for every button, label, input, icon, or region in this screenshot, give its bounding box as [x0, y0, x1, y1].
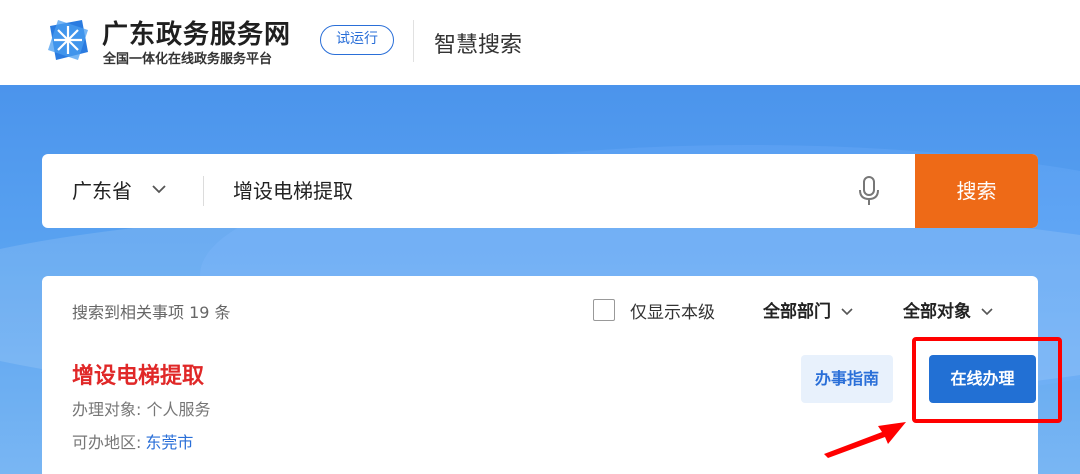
area-label: 可办地区: — [72, 433, 142, 452]
site-subtitle: 全国一体化在线政务服务平台 — [103, 52, 273, 67]
department-filter[interactable]: 全部部门 — [763, 297, 853, 322]
search-bar: 广东省 增设电梯提取 搜索 — [42, 154, 1038, 228]
result-item-area: 可办地区: 东莞市 — [72, 429, 193, 453]
microphone-icon[interactable] — [858, 176, 880, 206]
logo-icon[interactable] — [44, 16, 92, 64]
result-item-title[interactable]: 增设电梯提取 — [72, 358, 204, 390]
trial-badge: 试运行 — [320, 25, 394, 55]
object-filter-label: 全部对象 — [903, 302, 971, 322]
object-label: 办理对象: — [72, 400, 142, 419]
search-input[interactable]: 增设电梯提取 — [233, 154, 353, 228]
region-select[interactable]: 广东省 — [72, 154, 132, 228]
guide-button[interactable]: 办事指南 — [801, 355, 893, 403]
object-filter[interactable]: 全部对象 — [903, 297, 993, 322]
search-divider — [203, 176, 204, 206]
chevron-down-icon — [841, 308, 853, 316]
department-filter-label: 全部部门 — [763, 302, 831, 322]
result-item-object: 办理对象: 个人服务 — [72, 396, 211, 420]
highlight-frame — [912, 337, 1062, 423]
pointer-arrow-icon — [824, 422, 906, 458]
only-level-checkbox[interactable] — [593, 299, 615, 321]
site-header: 广东政务服务网 全国一体化在线政务服务平台 试运行 智慧搜索 — [0, 0, 1080, 85]
header-divider — [413, 20, 414, 62]
only-level-label[interactable]: 仅显示本级 — [630, 298, 715, 323]
chevron-down-icon — [981, 308, 993, 316]
area-value-link[interactable]: 东莞市 — [145, 433, 193, 452]
object-value: 个人服务 — [146, 400, 211, 419]
site-title[interactable]: 广东政务服务网 — [102, 14, 291, 51]
section-title: 智慧搜索 — [434, 33, 523, 58]
chevron-down-icon[interactable] — [152, 184, 166, 194]
result-count: 搜索到相关事项 19 条 — [72, 303, 231, 322]
search-button[interactable]: 搜索 — [915, 154, 1038, 228]
